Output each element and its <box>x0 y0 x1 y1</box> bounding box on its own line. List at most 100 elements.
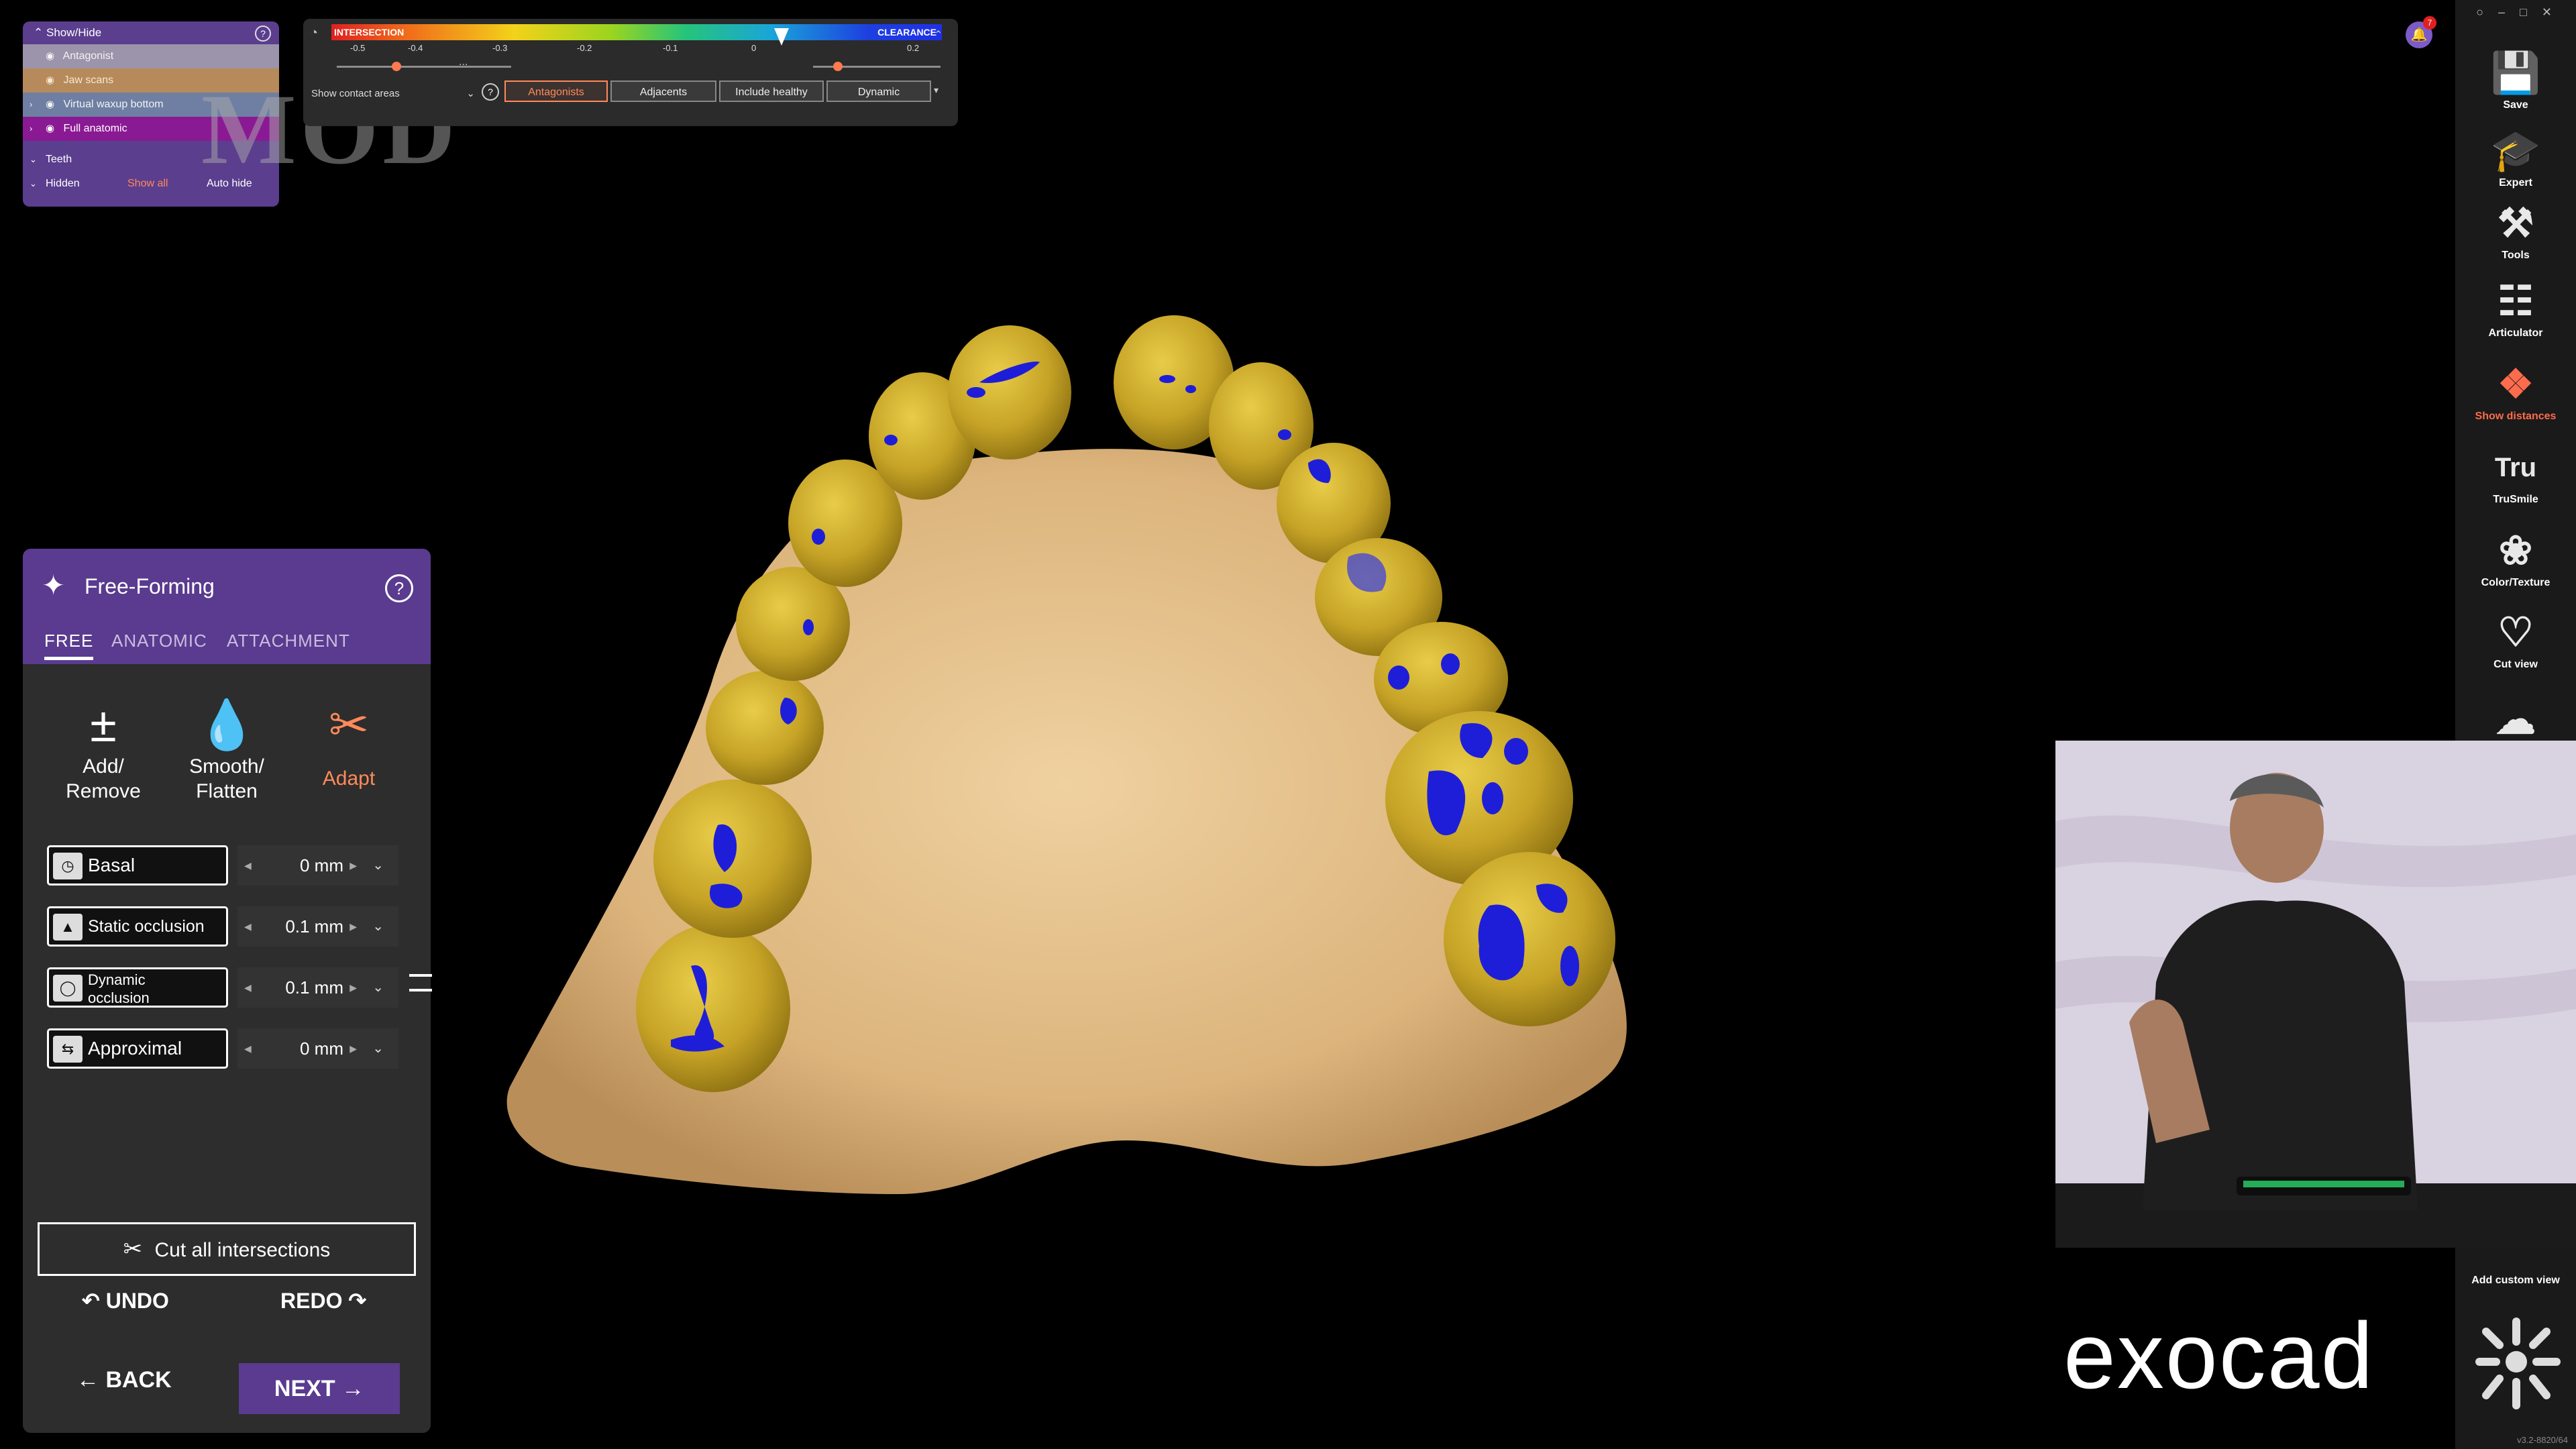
free-forming-header: ✦ Free-Forming ? FREE ANATOMIC ATTACHMEN… <box>23 549 431 664</box>
tool-label: Remove <box>66 780 141 802</box>
decrement-arrow-icon[interactable]: ◀ <box>244 1028 252 1069</box>
decrement-arrow-icon[interactable]: ◀ <box>244 967 252 1008</box>
max-slider-track[interactable] <box>813 66 941 68</box>
adjacents-button[interactable]: Adjacents <box>610 80 716 102</box>
tooth[interactable] <box>706 671 824 785</box>
articulator-button[interactable]: ☷ Articulator <box>2455 276 2576 339</box>
tab-free[interactable]: FREE <box>44 631 94 660</box>
help-icon[interactable]: ? <box>482 83 499 101</box>
tool-label: Add/ <box>83 755 124 777</box>
tab-anatomic[interactable]: ANATOMIC <box>111 631 207 651</box>
smooth-flatten-tool[interactable]: 💧 Smooth/ Flatten <box>173 698 280 804</box>
basal-toggle[interactable]: ◷ Basal <box>47 845 228 885</box>
approximal-toggle[interactable]: ⇆ Approximal <box>47 1028 228 1069</box>
redo-button[interactable]: REDO ↷ <box>280 1288 366 1313</box>
collapse-arrow-icon[interactable]: ⌄ <box>30 172 37 196</box>
cloud-button[interactable]: ☁ <box>2455 695 2576 746</box>
add-custom-view-button[interactable]: Add custom view <box>2455 1275 2576 1287</box>
visibility-eye-icon[interactable]: ◉ <box>46 44 60 68</box>
dynamic-button[interactable]: Dynamic <box>826 80 931 102</box>
help-icon[interactable]: ? <box>255 25 271 42</box>
show-hide-header[interactable]: ⌃ Show/Hide ? <box>23 21 279 44</box>
include-healthy-button[interactable]: Include healthy <box>719 80 824 102</box>
expand-arrow-icon[interactable]: › <box>30 117 32 141</box>
decrement-arrow-icon[interactable]: ◀ <box>244 845 252 885</box>
arrow-right-icon: → <box>341 1376 365 1401</box>
layer-antagonist[interactable]: ◉ Antagonist <box>23 44 279 68</box>
chevron-down-icon[interactable]: ⌄ <box>372 1028 384 1069</box>
max-slider-knob[interactable] <box>833 62 843 71</box>
dynamic-occlusion-toggle[interactable]: ◯ Dynamic occlusion <box>47 967 228 1008</box>
save-button[interactable]: 💾 Save <box>2455 48 2576 111</box>
notification-bell-icon[interactable]: 🔔 7 <box>2406 16 2436 48</box>
color-texture-button[interactable]: ❀ Color/Texture <box>2455 526 2576 589</box>
visibility-eye-icon[interactable]: ◉ <box>46 93 60 117</box>
toolbar-label: Save <box>2503 99 2528 111</box>
help-icon[interactable]: ? <box>385 574 413 602</box>
antagonists-button[interactable]: Antagonists <box>504 80 608 102</box>
contact-areas-select[interactable]: Show contact areas ⌄ <box>311 85 479 103</box>
increment-arrow-icon[interactable]: ▶ <box>350 845 357 885</box>
free-forming-panel: ✦ Free-Forming ? FREE ANATOMIC ATTACHMEN… <box>23 549 431 1433</box>
add-remove-tool[interactable]: ± Add/ Remove <box>50 698 157 804</box>
layer-label: Jaw scans <box>63 74 114 86</box>
increment-arrow-icon[interactable]: ▶ <box>350 906 357 947</box>
chevron-down-icon[interactable]: ⌄ <box>372 967 384 1008</box>
collapse-chevron-icon[interactable]: ⌃ <box>934 28 943 42</box>
graduation-cap-icon: 🎓 <box>2490 128 2541 173</box>
back-button[interactable]: ← BACK <box>76 1367 172 1393</box>
trusmile-button[interactable]: Tru TruSmile <box>2455 443 2576 506</box>
collapse-arrow-icon[interactable]: ⌄ <box>30 148 37 172</box>
tab-attachment[interactable]: ATTACHMENT <box>227 631 350 651</box>
tooth[interactable] <box>653 780 812 938</box>
clearance-label: CLEARANCE <box>877 27 936 38</box>
expert-button[interactable]: 🎓 Expert <box>2455 126 2576 189</box>
tooth[interactable] <box>636 924 790 1092</box>
3d-viewport[interactable] <box>470 268 1811 1315</box>
chevron-down-icon[interactable]: ⌄ <box>372 906 384 947</box>
approximal-value-field[interactable]: ◀ 0 mm ▶ ⌄ <box>237 1028 398 1069</box>
toolbar-label: Show distances <box>2475 411 2557 422</box>
increment-arrow-icon[interactable]: ▶ <box>350 967 357 1008</box>
tools-button[interactable]: ⚒ Tools <box>2455 199 2576 262</box>
tick-label: -0.4 <box>408 43 423 53</box>
min-slider-knob[interactable] <box>392 62 401 71</box>
show-all-link[interactable]: Show all <box>127 172 168 196</box>
next-button[interactable]: NEXT → <box>239 1363 400 1414</box>
visibility-eye-icon[interactable]: ◉ <box>46 68 60 93</box>
tool-label: Adapt <box>322 767 376 790</box>
free-forming-title: Free-Forming <box>85 574 215 598</box>
increment-arrow-icon[interactable]: ▶ <box>350 1028 357 1069</box>
basal-value-field[interactable]: ◀ 0 mm ▶ ⌄ <box>237 845 398 885</box>
dropdown-arrow-icon[interactable]: ▾ <box>934 85 938 96</box>
expand-arrow-icon[interactable]: › <box>30 93 32 117</box>
show-distances-button[interactable]: ❖ Show distances <box>2455 360 2576 423</box>
zero-marker[interactable] <box>774 28 789 46</box>
visibility-eye-icon[interactable]: ◉ <box>46 117 60 141</box>
dynamic-occlusion-value-field[interactable]: ◀ 0.1 mm ▶ ⌄ <box>237 967 398 1008</box>
window-controls[interactable]: ○–□✕ <box>2476 5 2567 19</box>
param-value: 0.1 mm <box>285 977 343 998</box>
articulator-icon: ☷ <box>2498 278 2534 323</box>
cut-view-button[interactable]: ♡ Cut view <box>2455 608 2576 671</box>
toolbar-label: Color/Texture <box>2481 577 2551 588</box>
view-orientation-figure-icon[interactable] <box>2466 1315 2567 1415</box>
static-occlusion-toggle[interactable]: ▲ Static occlusion <box>47 906 228 947</box>
intersection-label: INTERSECTION <box>334 27 405 38</box>
plus-minus-icon: ± <box>90 698 117 752</box>
tooth[interactable] <box>948 325 1071 460</box>
panel-resize-handle[interactable] <box>409 974 432 991</box>
magic-wand-icon: ✦ <box>42 570 66 601</box>
adapt-tool[interactable]: ✂ Adapt <box>295 698 402 790</box>
min-slider-track[interactable] <box>337 66 511 68</box>
undo-button[interactable]: ↶ UNDO <box>82 1288 169 1313</box>
decrement-arrow-icon[interactable]: ◀ <box>244 906 252 947</box>
scissors-icon: ✂ <box>123 1236 143 1262</box>
chevron-down-icon[interactable]: ⌄ <box>372 845 384 885</box>
toolbar-label: TruSmile <box>2493 494 2538 505</box>
static-occlusion-value-field[interactable]: ◀ 0.1 mm ▶ ⌄ <box>237 906 398 947</box>
tooth[interactable] <box>1444 852 1615 1026</box>
undo-label: UNDO <box>105 1289 169 1313</box>
collapse-chevron-icon[interactable]: ⌃ <box>34 26 43 39</box>
cut-all-intersections-button[interactable]: ✂ Cut all intersections <box>38 1222 416 1276</box>
